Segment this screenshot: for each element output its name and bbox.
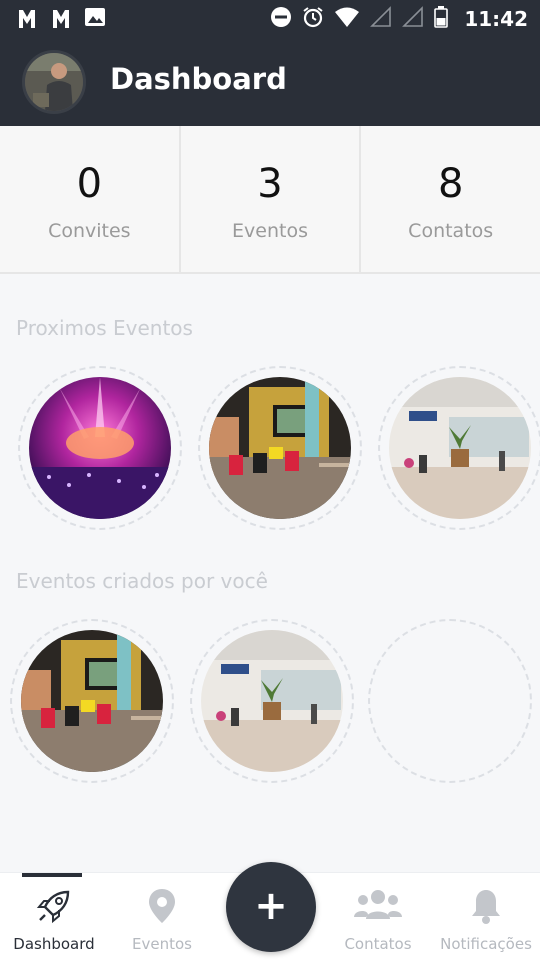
event-photo-cafe — [209, 377, 351, 519]
wifi-icon — [334, 6, 360, 32]
nav-label: Dashboard — [13, 935, 95, 953]
add-event-button[interactable]: + — [226, 862, 316, 952]
event-thumbnail[interactable] — [10, 619, 174, 783]
event-photo-mall — [389, 377, 531, 519]
event-thumbnail[interactable] — [18, 366, 182, 530]
event-photo-cafe — [21, 630, 163, 772]
page-title: Dashboard — [110, 62, 287, 96]
stat-convites[interactable]: 0 Convites — [0, 126, 181, 272]
signal-icon — [402, 6, 424, 32]
app-header: Dashboard — [0, 38, 540, 126]
stats-panel: 0 Convites 3 Eventos 8 Contatos — [0, 126, 540, 274]
empty-event-slot[interactable] — [368, 619, 532, 783]
section-title-created: Eventos criados por você — [16, 569, 268, 593]
nav-label: Notificações — [440, 935, 532, 953]
nav-dashboard[interactable]: Dashboard — [0, 873, 108, 960]
stat-eventos[interactable]: 3 Eventos — [181, 126, 362, 272]
bell-icon — [472, 890, 500, 924]
stat-label: Contatos — [408, 220, 494, 242]
stat-label: Eventos — [232, 220, 308, 242]
event-thumbnail[interactable] — [198, 366, 362, 530]
section-title-upcoming: Proximos Eventos — [16, 316, 193, 340]
stat-value: 3 — [257, 161, 283, 207]
nav-label: Eventos — [132, 935, 192, 953]
app-notification-icon — [16, 6, 38, 30]
alarm-icon — [302, 6, 324, 32]
status-bar: 11:42 — [0, 0, 540, 38]
nav-eventos[interactable]: Eventos — [108, 873, 216, 960]
battery-icon — [434, 6, 449, 32]
clock: 11:42 — [464, 7, 528, 31]
avatar[interactable] — [22, 50, 86, 114]
app-notification-icon — [50, 6, 72, 30]
do-not-disturb-icon — [270, 6, 292, 32]
event-photo-mall — [201, 630, 343, 772]
event-photo-concert — [29, 377, 171, 519]
stat-value: 0 — [76, 161, 103, 207]
signal-icon — [370, 6, 392, 32]
rocket-icon — [36, 890, 70, 924]
image-icon — [84, 6, 106, 30]
stat-contatos[interactable]: 8 Contatos — [361, 126, 540, 272]
event-thumbnail[interactable] — [190, 619, 354, 783]
nav-label: Contatos — [344, 935, 412, 953]
plus-icon: + — [254, 883, 288, 929]
nav-contatos[interactable]: Contatos — [324, 873, 432, 960]
map-pin-icon — [149, 889, 175, 923]
users-icon — [354, 890, 402, 919]
stat-label: Convites — [48, 220, 131, 242]
event-thumbnail[interactable] — [378, 366, 540, 530]
stat-value: 8 — [437, 161, 464, 207]
nav-notificacoes[interactable]: Notificações — [432, 873, 540, 960]
